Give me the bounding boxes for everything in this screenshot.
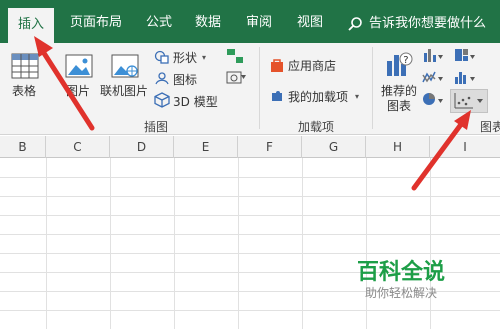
column-header-e[interactable]: E: [174, 136, 238, 158]
watermark: 百科全说 助你轻松解决: [336, 248, 466, 308]
tab-formulas[interactable]: 公式: [146, 0, 172, 43]
model3d-label[interactable]: 3D 模型: [173, 93, 218, 110]
grid-line: [0, 196, 500, 197]
picture-icon: [65, 54, 93, 78]
picture-label: 图片: [66, 84, 91, 98]
my-addins-dropdown-icon[interactable]: ▾: [355, 92, 359, 101]
charts-group-label: 图表: [480, 120, 500, 134]
scatter-chart-icon: [454, 93, 483, 109]
line-chart-icon: [422, 71, 443, 83]
watermark-title: 百科全说: [356, 260, 445, 285]
recommended-charts-label-line2: 图表: [387, 99, 412, 113]
ribbon-separator: [259, 47, 260, 129]
recommended-charts-icon: ?: [387, 52, 413, 76]
grid-line: [0, 234, 500, 235]
column-header-b[interactable]: B: [0, 136, 46, 158]
online-picture-label: 联机图片: [100, 84, 149, 98]
smartart-icon: [227, 49, 243, 63]
column-header: B C D E F G H I: [0, 136, 500, 158]
pie-chart-button[interactable]: [422, 91, 444, 111]
ribbon: 表格 图片 联机图片 形状 ▾ 图标 3D 模型 插图 应用商店 我的加载项 ▾…: [0, 43, 500, 135]
shapes-icon: [154, 50, 169, 64]
line-chart-button[interactable]: [422, 69, 444, 89]
column-chart-button[interactable]: [422, 47, 444, 67]
tab-data[interactable]: 数据: [195, 0, 221, 43]
picture-button[interactable]: [64, 51, 94, 85]
column-header-h[interactable]: H: [366, 136, 430, 158]
online-picture-button[interactable]: [110, 51, 140, 85]
screenshot-icon: [226, 71, 246, 84]
store-button[interactable]: [270, 57, 284, 76]
tab-insert[interactable]: 插入: [8, 8, 55, 43]
store-label[interactable]: 应用商店: [288, 57, 336, 74]
tell-me-text: 告诉我你想要做什么: [369, 16, 487, 31]
hierarchy-chart-icon: [455, 49, 475, 61]
store-icon: [271, 59, 283, 72]
grid-line: [174, 158, 175, 329]
column-header-f[interactable]: F: [238, 136, 302, 158]
column-header-d[interactable]: D: [110, 136, 174, 158]
icons-button[interactable]: [154, 70, 170, 90]
hierarchy-chart-button[interactable]: [454, 47, 476, 67]
tab-page-layout[interactable]: 页面布局: [70, 0, 122, 43]
grid-line: [46, 158, 47, 329]
cube-icon: [154, 92, 170, 108]
shapes-label[interactable]: 形状: [173, 49, 197, 66]
shapes-button[interactable]: [154, 49, 170, 69]
icons-icon: [155, 72, 169, 85]
grid-line: [0, 177, 500, 178]
smartart-button[interactable]: [226, 48, 244, 68]
illustrations-group-label: 插图: [144, 120, 169, 134]
icons-label[interactable]: 图标: [173, 71, 197, 88]
svg-text:?: ?: [403, 55, 408, 66]
my-addins-icon: [272, 91, 282, 101]
statistic-chart-button[interactable]: [454, 69, 476, 89]
column-header-i[interactable]: I: [430, 136, 500, 158]
addins-group-label: 加载项: [298, 120, 335, 134]
scatter-chart-button[interactable]: [450, 89, 488, 113]
grid-line: [302, 158, 303, 329]
column-chart-icon: [424, 49, 443, 62]
table-label: 表格: [12, 84, 37, 98]
model3d-button[interactable]: [154, 92, 170, 112]
grid-line: [0, 215, 500, 216]
ribbon-tab-bar: 插入 页面布局 公式 数据 审阅 视图 告诉我你想要做什么: [0, 0, 500, 43]
grid-line: [110, 158, 111, 329]
search-icon: [348, 17, 362, 31]
column-header-c[interactable]: C: [46, 136, 110, 158]
statistic-chart-icon: [455, 72, 475, 84]
online-picture-icon: [111, 54, 139, 78]
recommended-charts-button[interactable]: ?: [384, 49, 414, 83]
shapes-dropdown-icon[interactable]: ▾: [202, 53, 206, 62]
my-addins-label[interactable]: 我的加载项: [288, 88, 348, 105]
column-header-g[interactable]: G: [302, 136, 366, 158]
grid-line: [0, 310, 500, 311]
screenshot-button[interactable]: [226, 69, 246, 89]
tab-review[interactable]: 审阅: [246, 0, 272, 43]
grid-line: [238, 158, 239, 329]
table-button[interactable]: [10, 51, 40, 85]
table-icon: [11, 53, 39, 79]
watermark-subtitle: 助你轻松解决: [364, 286, 437, 300]
pie-chart-icon: [423, 93, 443, 105]
tab-view[interactable]: 视图: [297, 0, 323, 43]
my-addins-button[interactable]: [270, 88, 284, 107]
ribbon-separator: [372, 47, 373, 129]
